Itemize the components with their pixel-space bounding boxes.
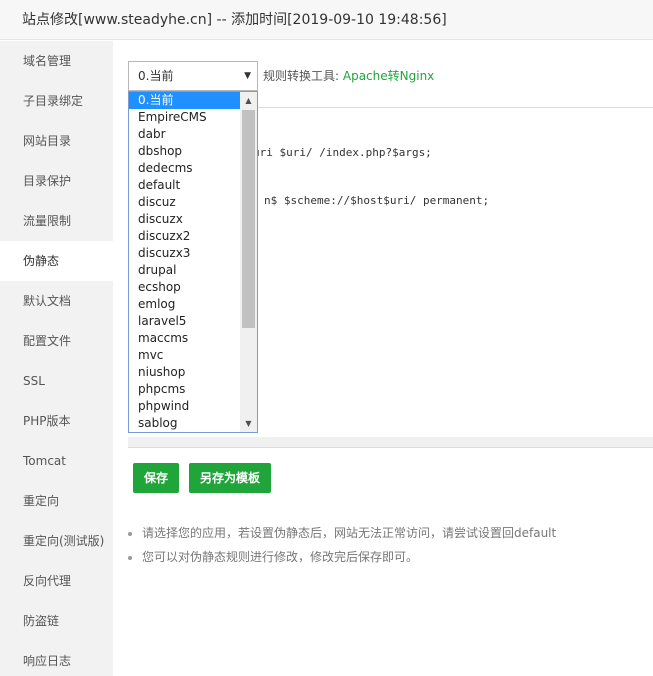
dropdown-option[interactable]: discuzx (129, 211, 241, 228)
window-title: 站点修改[www.steadyhe.cn] -- 添加时间[2019-09-10… (0, 0, 653, 40)
code-line: uri $uri/ /index.php?$args; (253, 146, 432, 159)
dropdown-option[interactable]: niushop (129, 364, 241, 381)
save-button[interactable]: 保存 (133, 463, 180, 493)
dropdown-option[interactable]: sablog (129, 415, 241, 432)
sidebar-item-default-doc[interactable]: 默认文档 (0, 281, 113, 321)
dropdown-option[interactable]: discuzx3 (129, 245, 241, 262)
rewrite-template-dropdown[interactable]: 0.当前 EmpireCMS dabr dbshop dedecms defau… (128, 91, 258, 433)
dropdown-option[interactable]: mvc (129, 347, 241, 364)
dropdown-option[interactable]: phpcms (129, 381, 241, 398)
sidebar: 域名管理 子目录绑定 网站目录 目录保护 流量限制 伪静态 默认文档 配置文件 … (0, 41, 113, 676)
dropdown-option[interactable]: discuzx2 (129, 228, 241, 245)
scroll-up-icon[interactable]: ▲ (240, 92, 257, 109)
apache-to-nginx-link[interactable]: Apache转Nginx (343, 69, 434, 83)
code-line: n$ $scheme://$host$uri/ permanent; (264, 194, 490, 207)
sidebar-item-redirect-beta[interactable]: 重定向(测试版) (0, 521, 113, 561)
dropdown-option[interactable]: laravel5 (129, 313, 241, 330)
sidebar-item-traffic-limit[interactable]: 流量限制 (0, 201, 113, 241)
dropdown-option[interactable]: default (129, 177, 241, 194)
scrollbar-thumb[interactable] (242, 110, 255, 328)
dropdown-scrollbar[interactable]: ▲ ▼ (240, 92, 257, 432)
dropdown-option[interactable]: 0.当前 (129, 92, 241, 109)
editor-horizontal-scrollbar[interactable] (128, 437, 653, 447)
dropdown-option[interactable]: phpwind (129, 398, 241, 415)
rule-convert-tool: 规则转换工具: Apache转Nginx (263, 61, 434, 91)
sidebar-item-domain[interactable]: 域名管理 (0, 41, 113, 81)
sidebar-item-subdir[interactable]: 子目录绑定 (0, 81, 113, 121)
sidebar-item-config-file[interactable]: 配置文件 (0, 321, 113, 361)
bullet-icon (128, 531, 132, 536)
chevron-down-icon: ▼ (244, 71, 251, 81)
tips-list: 请选择您的应用，若设置伪静态后，网站无法正常访问，请尝试设置回default 您… (128, 523, 648, 571)
save-as-template-button[interactable]: 另存为模板 (189, 463, 272, 493)
dropdown-option[interactable]: discuz (129, 194, 241, 211)
scroll-down-icon[interactable]: ▼ (240, 415, 257, 432)
dropdown-option[interactable]: maccms (129, 330, 241, 347)
sidebar-item-site-dir[interactable]: 网站目录 (0, 121, 113, 161)
dropdown-option[interactable]: dbshop (129, 143, 241, 160)
rewrite-template-select[interactable]: 0.当前 ▼ (128, 61, 258, 91)
sidebar-item-rewrite[interactable]: 伪静态 (0, 241, 113, 281)
dropdown-option[interactable]: dabr (129, 126, 241, 143)
tool-label: 规则转换工具: (263, 69, 340, 83)
sidebar-item-hotlink[interactable]: 防盗链 (0, 601, 113, 641)
dropdown-option[interactable]: EmpireCMS (129, 109, 241, 126)
tip-item: 请选择您的应用，若设置伪静态后，网站无法正常访问，请尝试设置回default (128, 523, 648, 547)
select-value: 0.当前 (138, 69, 174, 83)
dropdown-option[interactable]: drupal (129, 262, 241, 279)
sidebar-item-dir-protect[interactable]: 目录保护 (0, 161, 113, 201)
dropdown-option[interactable]: dedecms (129, 160, 241, 177)
sidebar-item-php-version[interactable]: PHP版本 (0, 401, 113, 441)
bullet-icon (128, 555, 132, 560)
sidebar-item-tomcat[interactable]: Tomcat (0, 441, 113, 481)
sidebar-item-redirect[interactable]: 重定向 (0, 481, 113, 521)
sidebar-item-reverse-proxy[interactable]: 反向代理 (0, 561, 113, 601)
dropdown-option[interactable]: emlog (129, 296, 241, 313)
sidebar-item-response-log[interactable]: 响应日志 (0, 641, 113, 676)
tip-item: 您可以对伪静态规则进行修改，修改完后保存即可。 (128, 547, 648, 571)
dropdown-option[interactable]: ecshop (129, 279, 241, 296)
sidebar-item-ssl[interactable]: SSL (0, 361, 113, 401)
